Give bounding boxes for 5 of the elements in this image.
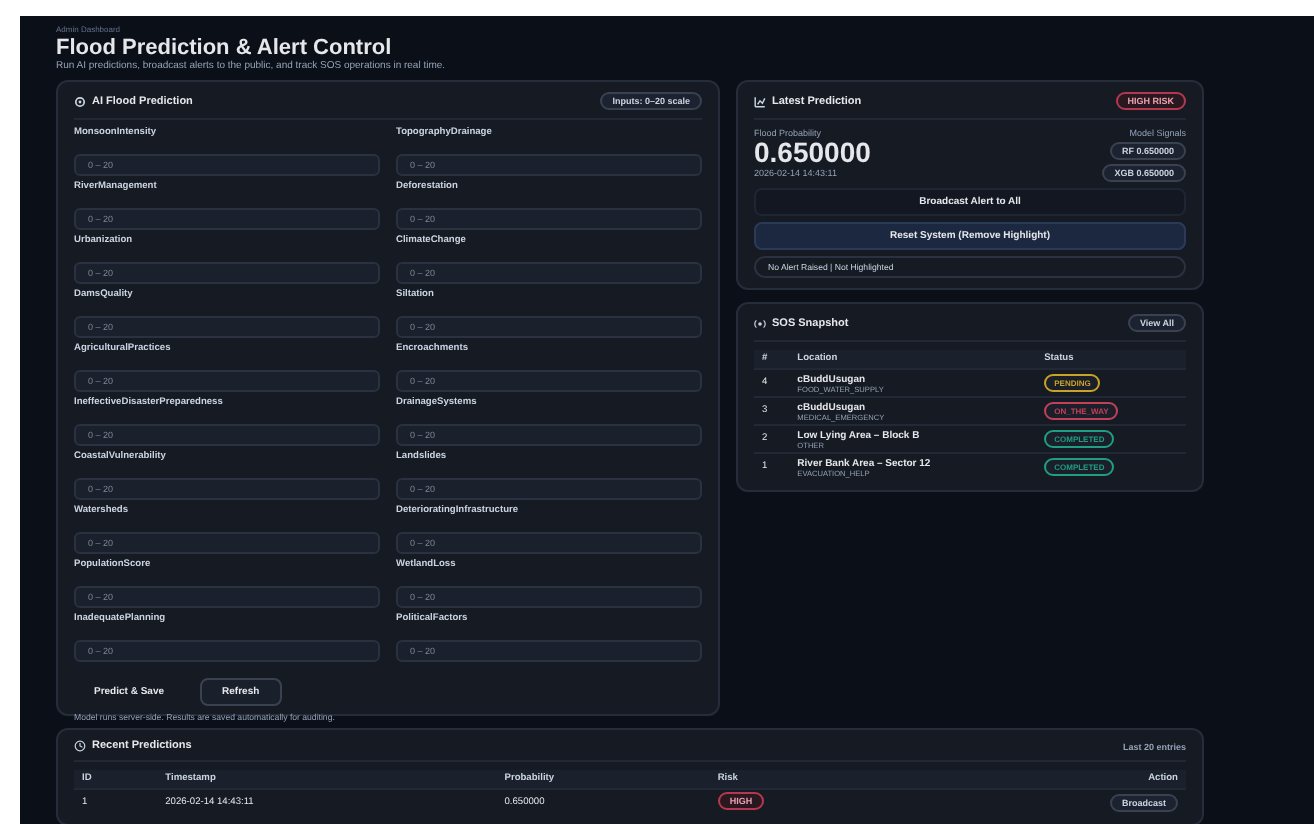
probability-value: 0.650000 <box>754 138 871 168</box>
page-title: Flood Prediction & Alert Control <box>56 36 394 60</box>
signal-icon <box>754 317 766 329</box>
chart-icon <box>754 95 766 107</box>
clock-icon <box>74 740 86 752</box>
